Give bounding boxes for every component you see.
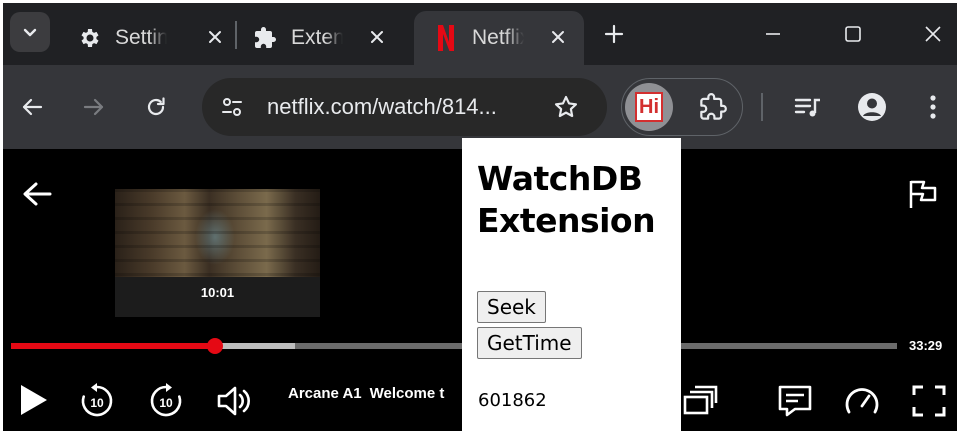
watchdb-extension-button[interactable]: Hi xyxy=(625,83,673,131)
svg-text:10: 10 xyxy=(159,396,173,410)
arrow-left-icon xyxy=(23,182,52,206)
show-title: Arcane A1 xyxy=(288,385,362,402)
minimize-icon xyxy=(766,33,780,35)
profile-button[interactable] xyxy=(856,91,888,123)
scrub-preview: 10:01 xyxy=(115,189,320,317)
fullscreen-icon xyxy=(912,385,946,417)
popup-title: WatchDB Extension xyxy=(477,158,656,242)
tab-separator xyxy=(235,21,237,49)
tab-search-button[interactable] xyxy=(10,12,50,52)
progress-track[interactable] xyxy=(11,338,897,354)
chevron-down-icon xyxy=(23,28,37,37)
volume-icon xyxy=(217,386,250,416)
browser-window: Settings Extensions Netflix xyxy=(3,3,957,431)
play-icon xyxy=(21,385,47,415)
report-problem-button[interactable] xyxy=(905,177,941,211)
preview-time: 10:01 xyxy=(200,285,235,300)
arrow-left-icon xyxy=(22,98,43,116)
close-icon[interactable] xyxy=(365,25,389,49)
time-output: 601862 xyxy=(478,390,547,411)
extensions-area: Hi xyxy=(621,78,743,136)
maximize-button[interactable] xyxy=(838,19,868,49)
puzzle-icon xyxy=(253,26,277,50)
hi-logo-icon: Hi xyxy=(635,92,663,122)
close-window-button[interactable] xyxy=(918,19,948,49)
fullscreen-button[interactable] xyxy=(909,383,949,419)
forward-button[interactable] xyxy=(78,91,110,123)
site-info-icon[interactable] xyxy=(216,91,248,123)
episodes-button[interactable] xyxy=(680,383,720,419)
video-title: Arcane A1 Welcome t xyxy=(288,385,468,402)
speedometer-icon xyxy=(845,388,879,414)
netflix-icon xyxy=(434,25,458,51)
play-button[interactable] xyxy=(17,381,51,419)
close-icon xyxy=(925,26,941,42)
plus-icon xyxy=(604,24,624,44)
minimize-button[interactable] xyxy=(758,19,788,49)
forward-10-icon: 10 xyxy=(150,383,182,417)
volume-button[interactable] xyxy=(215,383,255,419)
close-icon[interactable] xyxy=(203,25,227,49)
tab-strip: Settings Extensions Netflix xyxy=(3,3,957,65)
tab-label: Settings xyxy=(115,26,167,49)
tab-extensions[interactable]: Extensions xyxy=(253,11,389,65)
media-controls-button[interactable] xyxy=(792,91,824,123)
browser-menu-button[interactable] xyxy=(917,91,949,123)
popup-title-line1: WatchDB xyxy=(477,159,643,198)
preview-thumbnail xyxy=(115,189,320,277)
more-vertical-icon xyxy=(930,95,936,119)
close-icon[interactable] xyxy=(546,25,570,49)
duration-text: 33:29 xyxy=(909,338,943,353)
episode-title: Welcome t xyxy=(369,385,445,402)
toolbar-separator xyxy=(761,93,763,121)
puzzle-icon xyxy=(700,93,727,120)
subtitles-button[interactable] xyxy=(775,383,815,419)
url-text: netflix.com/watch/814... xyxy=(267,94,497,119)
played-bar xyxy=(11,343,215,349)
back-to-browse-button[interactable] xyxy=(20,179,54,209)
reload-button[interactable] xyxy=(140,91,172,123)
tab-label: Netflix xyxy=(472,26,524,49)
tab-settings[interactable]: Settings xyxy=(77,11,227,65)
episodes-icon xyxy=(683,385,718,415)
back-button[interactable] xyxy=(16,91,48,123)
scrubber-handle[interactable] xyxy=(206,338,223,354)
svg-text:10: 10 xyxy=(90,396,104,410)
extensions-menu-button[interactable] xyxy=(698,92,728,122)
rewind-10-icon: 10 xyxy=(81,383,113,417)
popup-title-line2: Extension xyxy=(477,201,656,240)
rewind-10-button[interactable]: 10 xyxy=(77,381,117,421)
address-bar[interactable]: netflix.com/watch/814... xyxy=(202,78,607,136)
new-tab-button[interactable] xyxy=(599,19,629,49)
forward-10-button[interactable]: 10 xyxy=(146,381,186,421)
seek-button[interactable]: Seek xyxy=(477,291,546,323)
subtitles-icon xyxy=(778,385,812,417)
flag-icon xyxy=(909,180,937,208)
gear-icon xyxy=(77,26,101,50)
tab-label: Extensions xyxy=(291,26,343,49)
playback-speed-button[interactable] xyxy=(842,383,882,419)
playlist-music-icon xyxy=(794,98,820,117)
extension-popup: WatchDB Extension Seek GetTime 601862 xyxy=(462,138,681,431)
avatar-icon xyxy=(858,93,886,121)
bookmark-star-icon[interactable] xyxy=(550,91,582,123)
toolbar: netflix.com/watch/814... Hi xyxy=(3,65,957,149)
arrow-right-icon xyxy=(83,98,104,116)
reload-icon xyxy=(147,97,165,116)
get-time-button[interactable]: GetTime xyxy=(477,327,582,359)
tab-netflix[interactable]: Netflix xyxy=(414,11,584,65)
maximize-icon xyxy=(845,26,861,42)
